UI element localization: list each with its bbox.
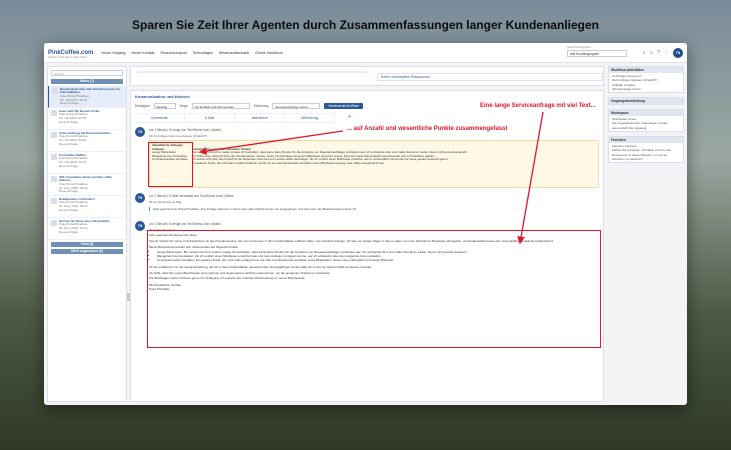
item-status: Neue Anfrage [59,229,78,234]
list-item[interactable]: Coolmittler Kaffee Frau Petra Privatfrau 2… [48,152,126,174]
nav-online-manual[interactable]: Online Handbuch [255,51,283,55]
entry3-header: vor 1 Minute | Erzeugt von TechDemo User… [149,222,222,226]
avatar: TN [135,221,145,231]
entry2-header: vor 1 Minute | E-Mail versendet von Tech… [149,194,235,198]
team-cases-header[interactable]: Team (3) [51,242,123,247]
nav-text-templates[interactable]: Textvorlagen [193,51,213,55]
list-item[interactable]: Service für Store war unfreundlich Frau P… [48,218,126,240]
detail-select[interactable]: Meeting [153,103,176,109]
ai-summary-row: Zu weiteren Punkt, als mich dann endlich… [152,160,596,165]
envelope-icon [52,87,58,94]
customer-group-selector: Neue Kundengruppe Alle Kundengruppen [567,46,627,57]
nav-new-case[interactable]: Neuer Vorgang [101,51,125,55]
highlight-summary-box [148,142,193,187]
right-sidebar: Workflow-Aktivitäten AI Anfrage zusammen… [608,66,684,402]
logo-subtitle: Anliegen Tech Demo | New Cloud [48,56,87,59]
top-divider [137,71,367,73]
bell-icon[interactable]: ♫ [649,50,653,56]
item-status: Neue Anfrage [59,207,78,212]
summary-annotation: ... auf Anzahl und wesentliche Punkte zu… [347,126,508,132]
ai-value: Zu weiteren Punkt, als mich dann endlich… [192,160,385,165]
envelope-icon [51,197,57,204]
workflow-action[interactable]: Wiedervorlage setzen [612,87,680,91]
sort-label: Sortierung [253,104,269,108]
nav-resource-pool[interactable]: Ressourcenpool [161,51,187,55]
headline: Sparen Sie Zeit Ihrer Agenten durch Zusa… [132,18,599,32]
item-status: Neue Anfrage [60,101,79,106]
my-cases-header[interactable]: Meine (7) [51,79,123,84]
case-processing-panel: Vorgangsbearbeitung [608,97,684,106]
avatar: TN [135,193,145,203]
search-icon[interactable]: ⌕ [643,50,646,56]
highlight-long-request [147,230,601,348]
list-item[interactable]: Issue with My Recent Order Frau Petra Pri… [48,108,126,130]
envelope-icon [51,131,57,138]
avatar[interactable]: TN [673,48,683,58]
filter-toolbar: Detailgrad Meeting Zeige Nur E-Mails und… [135,103,364,109]
panel-title[interactable]: Vorgangsbearbeitung [609,98,683,105]
add-icon[interactable]: ＋ [347,113,352,120]
case-list-sidebar: Suchen Meine (7) Beschwerde über den Kun… [47,66,127,402]
entry2-subtitle: 09:12 Gesendete E-Mail [149,200,182,204]
tab-email[interactable]: E-Mail [185,114,235,122]
detail-label: Detailgrad [135,104,150,108]
unassigned-cases-header[interactable]: Nicht zugewiesen (8) [51,249,123,254]
envelope-icon [51,219,57,226]
envelope-icon [51,153,57,160]
top-partial-card: Keine verknüpften Ressourcen [130,66,604,86]
show-select[interactable]: Nur E-Mails und Kommentare [191,103,250,109]
communication-title: Kommunikation und Historie [135,94,190,99]
action-tabs: Kommentar E-Mail Attachment Zeitbuchung [135,113,335,123]
item-status: Neue Anfrage [59,119,78,124]
tab-comment[interactable]: Kommentar [135,114,185,122]
top-icons: ⌕ ♫ ? ⋮ TN [643,48,683,58]
long-request-annotation: Eine lange Serviceanfrage mit viel Text.… [480,103,596,109]
customer-group-label: Neue Kundengruppe [567,46,591,49]
list-item[interactable]: Beschwerde über den Kundenservice im Fah… [48,86,126,108]
linked-resources: Keine verknüpften Ressourcen [377,73,603,81]
main-content: Keine verknüpften Ressourcen Kommunikati… [130,66,604,402]
item-status: Neue Anfrage [59,189,78,194]
customer-group-select[interactable]: Alle Kundengruppen [567,50,627,57]
favorites-panel: Favoriten Favoriten sind leer. Ziehen Si… [608,136,684,164]
avatar: TN [135,127,145,137]
search-input[interactable]: Suchen [51,70,123,76]
main-nav: Neuer Vorgang Neuer Kontakt Ressourcenpo… [101,51,283,55]
nav-knowledge-base[interactable]: Wissensdatenbank [219,51,249,55]
open-all-button[interactable]: Vorabnachricht öffnen [324,103,364,109]
ai-summary-box: Identifizierte Anliegen Anliegen Zusammen… [149,140,599,188]
top-bar: PinkCoffee.com Anliegen Tech Demo | New … [44,43,687,63]
entry1-subtitle: 09:12 Anfrage zusammenfassen (ChatGPT) [149,134,208,138]
nav-new-contact[interactable]: Neuer Kontakt [132,51,155,55]
entry2-body: Sehr geehrte Frau Petra Privatfrau, ihre… [149,207,599,211]
logo[interactable]: PinkCoffee.com [48,50,93,56]
envelope-icon [51,109,57,116]
favorites-hint-text: Ziehen Sie Vorgänge, Kontakte, Firmen od… [612,148,672,161]
communication-card: Kommunikation und Historie Detailgrad Me… [130,90,604,402]
item-status: Neue Anfrage [59,163,78,168]
list-item[interactable]: Reklamation zu Brettern Frau Petra Privat… [48,196,126,218]
list-item[interactable]: Unterstützung bei Kundensituation Frau Pe… [48,130,126,152]
workflow-panel: Workflow-Aktivitäten AI Anfrage zusammen… [608,66,684,94]
menu-icon[interactable]: ⋮ [664,50,669,56]
workspace-hint-text: Alle ungespeicherten Änderungen werden a… [612,121,668,130]
app-window: PinkCoffee.com Anliegen Tech Demo | New … [44,43,687,405]
tab-time-booking[interactable]: Zeitbuchung [285,114,335,122]
show-label: Zeige [179,104,188,108]
tab-attachment[interactable]: Attachment [235,114,285,122]
entry1-header: vor 1 Minute | Erzeugt von TechDemo User… [149,128,222,132]
help-icon[interactable]: ? [657,50,660,56]
item-status: Neue Anfrage [59,141,78,146]
workspace-panel: Workspace Workspace ist leer. Alle unges… [608,109,684,133]
envelope-icon [51,175,57,182]
sort-select[interactable]: Neueste Einträge zuerst [272,103,321,109]
list-item[interactable]: URL Complaint about spoiled coffee deliv… [48,174,126,196]
